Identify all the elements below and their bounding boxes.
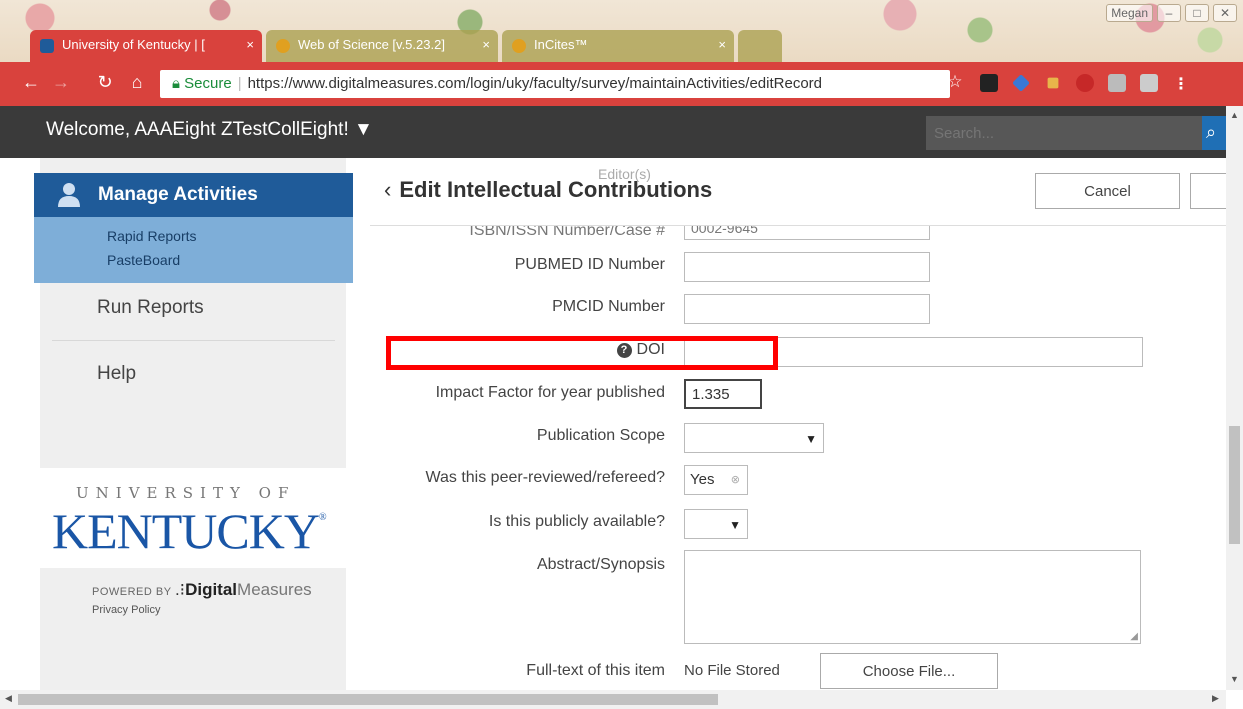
scroll-up-arrow-icon[interactable]: ▲: [1230, 110, 1239, 120]
full-text-label: Full-text of this item: [526, 662, 665, 679]
new-tab-button[interactable]: [738, 30, 782, 62]
pubmed-label: PUBMED ID Number: [514, 256, 665, 273]
clear-selection-icon[interactable]: ⊗: [731, 466, 740, 494]
tab-incites[interactable]: InCites™ ×: [502, 30, 734, 62]
scroll-right-arrow-icon[interactable]: ▶: [1212, 693, 1219, 704]
cancel-button[interactable]: Cancel: [1035, 173, 1180, 209]
tab-title: Web of Science [v.5.23.2]: [298, 37, 445, 52]
tab-web-of-science[interactable]: Web of Science [v.5.23.2] ×: [266, 30, 498, 62]
secure-label: Secure: [184, 75, 232, 92]
uk-favicon-icon: [40, 39, 54, 53]
extension-dropbox-icon[interactable]: [1012, 74, 1030, 92]
close-window-icon[interactable]: ✕: [1213, 4, 1237, 22]
vertical-scrollbar[interactable]: ▲ ▼: [1226, 106, 1243, 690]
app-header: Welcome, AAAEight ZTestCollEight! ▼ ⌕: [0, 106, 1226, 158]
maximize-icon[interactable]: □: [1185, 4, 1209, 22]
back-chevron-icon[interactable]: ‹: [384, 177, 391, 202]
impact-factor-field[interactable]: [684, 379, 762, 409]
chevron-down-icon: ▼: [729, 518, 741, 532]
omnibox-separator: |: [237, 75, 242, 92]
pmcid-label: PMCID Number: [552, 298, 665, 315]
publication-scope-select[interactable]: ▼: [684, 423, 824, 453]
sidebar-item-label: Manage Activities: [98, 184, 258, 205]
no-file-status: No File Stored: [684, 662, 780, 679]
minimize-icon[interactable]: –: [1157, 4, 1181, 22]
powered-by-digital-measures: POWERED BY .⁝DigitalMeasures: [92, 580, 312, 600]
tab-university-of-kentucky[interactable]: University of Kentucky | [ ×: [30, 30, 262, 62]
extension-grey-icon[interactable]: [1140, 74, 1158, 92]
logo-university-of: UNIVERSITY OF: [76, 484, 296, 502]
sidebar-item-manage-activities[interactable]: Manage Activities: [34, 173, 353, 217]
isbn-field[interactable]: 0002-9645: [684, 226, 930, 240]
profile-badge[interactable]: Megan: [1106, 4, 1153, 22]
lock-icon: 🔒︎: [172, 75, 180, 92]
impact-factor-label: Impact Factor for year published: [435, 384, 665, 401]
incites-favicon-icon: [512, 39, 526, 53]
logo-kentucky-text: KENTUCKY: [52, 503, 320, 559]
publicly-available-select[interactable]: ▼: [684, 509, 748, 539]
peer-reviewed-select[interactable]: Yes ⊗: [684, 465, 748, 495]
browser-titlebar: University of Kentucky | [ × Web of Scie…: [0, 0, 1243, 62]
welcome-user-menu[interactable]: Welcome, AAAEight ZTestCollEight! ▼: [46, 119, 373, 141]
digital-measures-logo: .⁝DigitalMeasures: [175, 580, 312, 599]
url-text: https://www.digitalmeasures.com/login/uk…: [247, 75, 822, 92]
pubmed-id-field[interactable]: [684, 252, 930, 282]
home-icon[interactable]: ⌂: [126, 72, 148, 93]
address-bar[interactable]: 🔒︎ Secure | https://www.digitalmeasures.co…: [160, 70, 950, 98]
dm-brand-bold: Digital: [185, 580, 238, 599]
save-button[interactable]: [1190, 173, 1226, 209]
extension-brush-icon[interactable]: [1047, 77, 1059, 89]
scroll-down-arrow-icon[interactable]: ▼: [1230, 674, 1239, 684]
resize-grip-icon[interactable]: ◢: [1130, 631, 1138, 642]
page-title: ‹ Edit Intellectual Contributions: [384, 177, 712, 203]
extension-checkbox-icon[interactable]: [980, 74, 998, 92]
chevron-down-icon: ▼: [805, 432, 817, 446]
pmcid-field[interactable]: [684, 294, 930, 324]
abstract-label: Abstract/Synopsis: [536, 556, 665, 573]
publicly-available-label: Is this publicly available?: [488, 513, 665, 530]
horizontal-scrollbar[interactable]: ◀ ▶: [0, 690, 1226, 709]
logo-registered-mark: ®: [318, 512, 327, 523]
forward-arrow-icon[interactable]: →: [50, 72, 72, 93]
bookmark-star-icon[interactable]: ☆: [944, 72, 966, 92]
powered-by-label: POWERED BY: [92, 586, 172, 598]
horizontal-scroll-thumb[interactable]: [18, 694, 718, 705]
tab-close-icon[interactable]: ×: [246, 30, 254, 60]
extension-icons: ⋮: [980, 74, 1190, 93]
browser-toolbar: ← → ↻ ⌂ 🔒︎ Secure | https://www.digitalmea…: [0, 62, 1243, 106]
tab-title: University of Kentucky | [: [62, 37, 205, 52]
privacy-policy-link[interactable]: Privacy Policy: [92, 604, 160, 616]
sidebar-item-help[interactable]: Help: [97, 363, 136, 385]
sidebar-item-run-reports[interactable]: Run Reports: [97, 297, 204, 319]
window-controls: Megan – □ ✕: [1106, 4, 1237, 22]
page-title-text: Edit Intellectual Contributions: [399, 177, 713, 202]
vertical-scroll-thumb[interactable]: [1229, 426, 1240, 544]
wos-favicon-icon: [276, 39, 290, 53]
doi-highlight-annotation: [386, 336, 778, 370]
reload-icon[interactable]: ↻: [94, 72, 116, 93]
tab-title: InCites™: [534, 37, 588, 52]
peer-reviewed-value: Yes: [690, 471, 715, 488]
logo-kentucky: KENTUCKY®: [52, 502, 327, 560]
sidebar-item-pasteboard[interactable]: PasteBoard: [34, 247, 353, 274]
tab-close-icon[interactable]: ×: [718, 30, 726, 60]
abstract-textarea[interactable]: ◢: [684, 550, 1141, 644]
sidebar-divider: [52, 340, 335, 341]
extension-gear-icon[interactable]: [1108, 74, 1126, 92]
search-input[interactable]: [926, 116, 1202, 150]
dm-dots-icon: .⁝: [174, 580, 186, 599]
menu-kebab-icon[interactable]: ⋮: [1172, 74, 1190, 93]
extension-adblock-icon[interactable]: [1076, 74, 1094, 92]
publication-scope-label: Publication Scope: [536, 427, 665, 444]
sidebar-subnav: Rapid Reports PasteBoard: [34, 217, 353, 283]
back-arrow-icon[interactable]: ←: [20, 72, 42, 93]
dm-brand-light: Measures: [237, 580, 312, 599]
choose-file-button[interactable]: Choose File...: [820, 653, 998, 689]
tab-close-icon[interactable]: ×: [482, 30, 490, 60]
search-icon[interactable]: ⌕: [1202, 116, 1226, 150]
scroll-left-arrow-icon[interactable]: ◀: [5, 693, 12, 704]
sidebar-item-rapid-reports[interactable]: Rapid Reports: [34, 217, 353, 247]
user-icon: [58, 183, 80, 207]
peer-reviewed-label: Was this peer-reviewed/refereed?: [425, 469, 665, 486]
